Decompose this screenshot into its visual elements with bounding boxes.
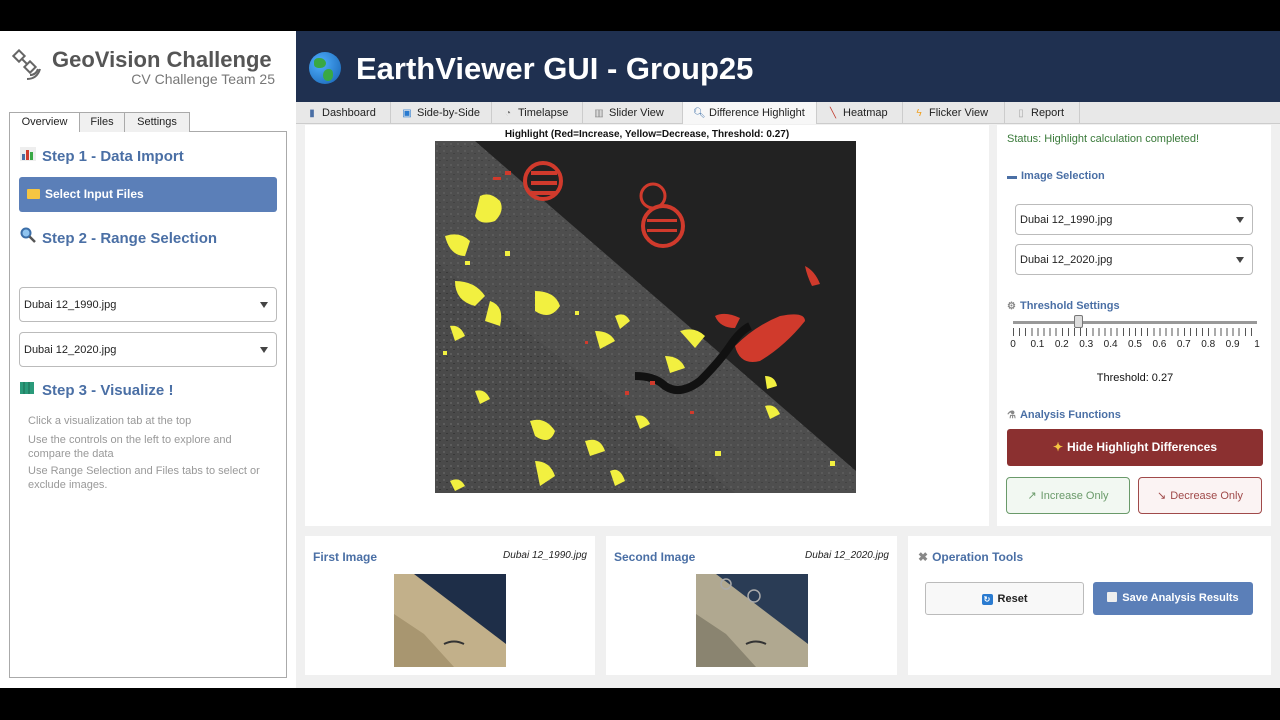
range-start-select[interactable]: Dubai 12_1990.jpg bbox=[19, 287, 277, 322]
controls-panel: Status: Highlight calculation completed!… bbox=[997, 125, 1271, 526]
slider-icon: ▥ bbox=[594, 108, 604, 119]
tab-flicker-view[interactable]: ϟ Flicker View bbox=[903, 102, 1005, 124]
hint-3: Use Range Selection and Files tabs to se… bbox=[28, 465, 260, 491]
tools-icon: ✖ bbox=[918, 550, 929, 564]
second-image-thumbnail bbox=[696, 574, 808, 667]
tab-timelapse[interactable]: ◔ Timelapse bbox=[492, 102, 583, 124]
chevron-down-icon bbox=[1236, 256, 1244, 263]
flash-icon: ϟ bbox=[916, 108, 922, 119]
decrease-only-button[interactable]: ↘ Decrease Only bbox=[1138, 477, 1262, 514]
bar-chart-icon bbox=[20, 147, 38, 165]
threshold-settings-heading: ⚙ Threshold Settings bbox=[1007, 300, 1120, 312]
second-image-title: Second Image bbox=[614, 550, 696, 564]
second-image-filename: Dubai 12_2020.jpg bbox=[805, 550, 889, 561]
visualization-panel: Highlight (Red=Increase, Yellow=Decrease… bbox=[305, 125, 989, 526]
operation-tools-panel: ✖ Operation Tools ↻ Reset Save Analysis Re… bbox=[908, 536, 1271, 675]
image1-select[interactable]: Dubai 12_1990.jpg bbox=[1015, 204, 1253, 235]
status-text: Status: Highlight calculation completed! bbox=[1007, 133, 1199, 145]
clock-icon: ◔ bbox=[504, 108, 512, 119]
threshold-slider-track[interactable] bbox=[1013, 321, 1257, 324]
tab-side-by-side[interactable]: ▣ Side-by-Side bbox=[391, 102, 492, 124]
folder-icon bbox=[27, 189, 40, 199]
step3-heading: Step 3 - Visualize ! bbox=[20, 381, 173, 399]
split-icon: ▣ bbox=[402, 108, 412, 119]
search-icon: 🔍︎ bbox=[693, 108, 706, 119]
tick-label: 0.6 bbox=[1152, 339, 1167, 350]
app-title: EarthViewer GUI - Group25 bbox=[356, 51, 754, 86]
threshold-slider-thumb[interactable] bbox=[1073, 315, 1083, 328]
tab-slider-view[interactable]: ▥ Slider View bbox=[583, 102, 683, 124]
brand-title: GeoVision Challenge bbox=[52, 47, 272, 72]
sidebar: GeoVision Challenge CV Challenge Team 25… bbox=[0, 31, 296, 688]
step1-heading: Step 1 - Data Import bbox=[20, 147, 184, 165]
globe-icon bbox=[309, 52, 341, 84]
first-image-thumbnail bbox=[394, 574, 506, 667]
app-window: GeoVision Challenge CV Challenge Team 25… bbox=[0, 31, 1280, 688]
main-tabs: ▮ Dashboard ▣ Side-by-Side ◔ Timelapse ▥ Sli… bbox=[296, 102, 1280, 124]
save-icon bbox=[1107, 592, 1118, 602]
image-icon: ▬ bbox=[1007, 171, 1017, 182]
chevron-down-icon bbox=[260, 301, 268, 308]
tab-difference-highlight[interactable]: 🔍︎ Difference Highlight bbox=[683, 102, 817, 124]
tick-label: 0.9 bbox=[1225, 339, 1240, 350]
sparkle-icon: ✦ bbox=[1052, 440, 1064, 454]
hint-1: Click a visualization tab at the top bbox=[28, 415, 192, 427]
first-image-filename: Dubai 12_1990.jpg bbox=[503, 550, 587, 561]
tab-heatmap[interactable]: ╲ Heatmap bbox=[817, 102, 903, 124]
pen-icon: ╲ bbox=[829, 108, 837, 119]
tab-dashboard[interactable]: ▮ Dashboard bbox=[296, 102, 391, 124]
visualization-title: Highlight (Red=Increase, Yellow=Decrease… bbox=[504, 129, 790, 140]
doc-icon: ▯ bbox=[1018, 108, 1024, 119]
flask-icon: ⚗ bbox=[1007, 410, 1016, 421]
first-image-panel: First Image Dubai 12_1990.jpg bbox=[305, 536, 595, 675]
tick-label: 0 bbox=[1010, 339, 1016, 350]
tick-label: 0.3 bbox=[1079, 339, 1094, 350]
hint-2: Use the controls on the left to explore … bbox=[28, 434, 232, 460]
trend-down-icon: ↘ bbox=[1157, 490, 1167, 502]
chevron-down-icon bbox=[260, 346, 268, 353]
step2-heading: Step 2 - Range Selection bbox=[20, 227, 217, 247]
tick-label: 0.8 bbox=[1201, 339, 1216, 350]
threshold-slider-ticks bbox=[1013, 328, 1257, 336]
range-end-select[interactable]: Dubai 12_2020.jpg bbox=[19, 332, 277, 367]
tick-label: 1 bbox=[1254, 339, 1260, 350]
first-image-title: First Image bbox=[313, 550, 378, 564]
tick-label: 0.5 bbox=[1128, 339, 1142, 350]
app-header: EarthViewer GUI - Group25 bbox=[296, 31, 1280, 102]
overview-panel: Step 1 - Data Import Select Input Files … bbox=[9, 132, 287, 678]
increase-only-button[interactable]: ↗ Increase Only bbox=[1006, 477, 1130, 514]
map-icon bbox=[20, 381, 38, 399]
analysis-functions-heading: ⚗ Analysis Functions bbox=[1007, 409, 1121, 421]
second-image-panel: Second Image Dubai 12_2020.jpg bbox=[606, 536, 897, 675]
select-files-button[interactable]: Select Input Files bbox=[19, 177, 277, 212]
image-selection-heading: ▬ Image Selection bbox=[1007, 170, 1105, 182]
tick-label: 0.1 bbox=[1030, 339, 1045, 350]
difference-highlight-image bbox=[435, 141, 856, 493]
brand-subtitle: CV Challenge Team 25 bbox=[131, 71, 275, 87]
tab-files[interactable]: Files bbox=[79, 112, 125, 132]
reset-button[interactable]: ↻ Reset bbox=[925, 582, 1084, 615]
save-results-button[interactable]: Save Analysis Results bbox=[1093, 582, 1253, 615]
chart-icon: ▮ bbox=[309, 108, 315, 119]
tick-label: 0.7 bbox=[1176, 339, 1191, 350]
trend-up-icon: ↗ bbox=[1027, 490, 1037, 502]
hide-highlight-button[interactable]: ✦ Hide Highlight Differences bbox=[1007, 429, 1263, 466]
operation-tools-title: ✖ Operation Tools bbox=[918, 550, 1024, 564]
tab-report[interactable]: ▯ Report bbox=[1005, 102, 1080, 124]
magnifier-icon bbox=[20, 227, 38, 247]
gear-icon: ⚙ bbox=[1007, 301, 1016, 312]
sidebar-tabs: Overview Files Settings bbox=[9, 112, 287, 133]
image2-select[interactable]: Dubai 12_2020.jpg bbox=[1015, 244, 1253, 275]
satellite-icon bbox=[11, 48, 42, 81]
tick-label: 0.4 bbox=[1103, 339, 1118, 350]
chevron-down-icon bbox=[1236, 216, 1244, 223]
tab-overview[interactable]: Overview bbox=[9, 112, 80, 133]
tab-settings[interactable]: Settings bbox=[124, 112, 190, 132]
tick-label: 0.2 bbox=[1054, 339, 1069, 350]
threshold-value: Threshold: 0.27 bbox=[1096, 372, 1174, 384]
refresh-icon: ↻ bbox=[981, 594, 993, 605]
